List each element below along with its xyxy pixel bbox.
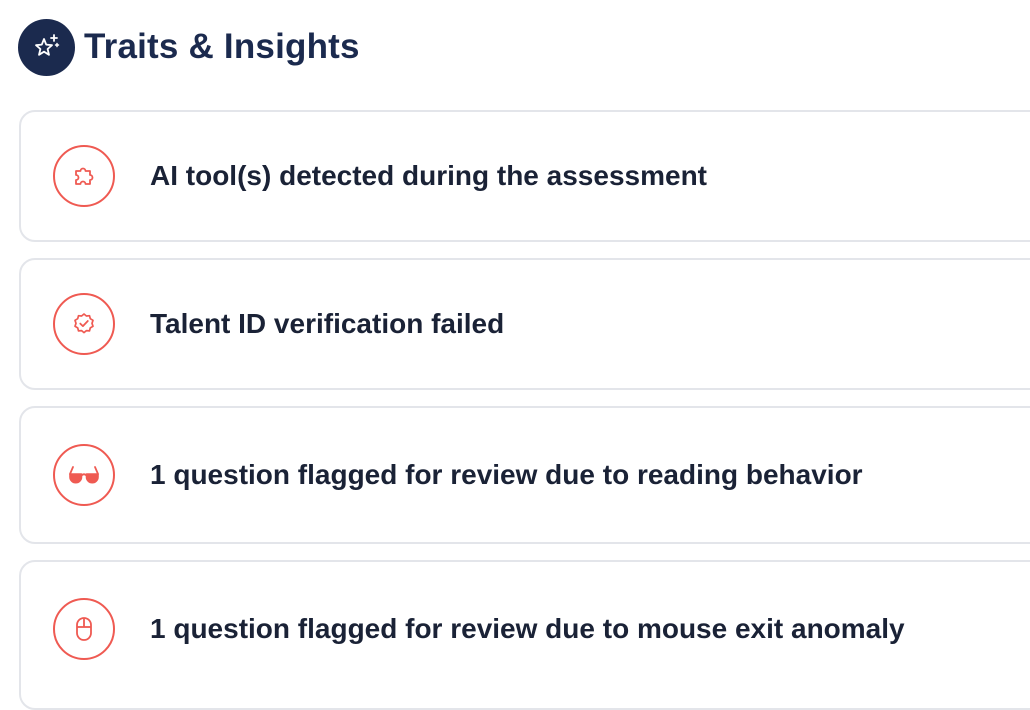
- section-title: Traits & Insights: [84, 27, 360, 66]
- section-header: Traits & Insights: [18, 18, 360, 76]
- insight-card-ai-tool: AI tool(s) detected during the assessmen…: [19, 110, 1030, 242]
- insight-label: 1 question flagged for review due to mou…: [150, 613, 905, 644]
- badge-check-icon: [53, 293, 115, 355]
- sparkle-stars-icon: [18, 18, 75, 76]
- glasses-icon: [53, 444, 115, 506]
- mouse-icon: [53, 598, 115, 660]
- insight-label: Talent ID verification failed: [150, 308, 505, 339]
- insight-card-reading-behavior: 1 question flagged for review due to rea…: [19, 406, 1030, 544]
- puzzle-piece-icon: [53, 145, 115, 207]
- insight-label: AI tool(s) detected during the assessmen…: [150, 160, 707, 191]
- insight-label: 1 question flagged for review due to rea…: [150, 459, 863, 490]
- insight-card-talent-id: Talent ID verification failed: [19, 258, 1030, 390]
